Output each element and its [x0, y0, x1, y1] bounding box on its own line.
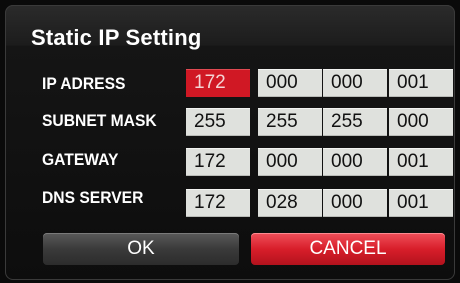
gateway-label: GATEWAY	[42, 150, 119, 169]
dns-octet-4[interactable]: 001	[389, 189, 453, 217]
subnet-octet-1[interactable]: 255	[186, 108, 250, 136]
gateway-octet-4[interactable]: 001	[389, 148, 453, 176]
gateway-octet-2[interactable]: 000	[258, 148, 322, 176]
ip-octet-2[interactable]: 000	[258, 69, 322, 97]
ip-octet-4[interactable]: 001	[389, 69, 453, 97]
subnet-mask-label: SUBNET MASK	[42, 111, 157, 130]
static-ip-dialog: Static IP Setting IP ADRESS 172 000 000 …	[5, 5, 455, 280]
dns-server-label: DNS SERVER	[42, 188, 144, 207]
ip-octet-3[interactable]: 000	[323, 69, 387, 97]
gateway-octet-1[interactable]: 172	[186, 148, 250, 176]
gateway-octet-3[interactable]: 000	[323, 148, 387, 176]
dns-octet-2[interactable]: 028	[258, 189, 322, 217]
ip-address-label: IP ADRESS	[42, 74, 126, 93]
ip-octet-1[interactable]: 172	[186, 69, 250, 97]
subnet-octet-3[interactable]: 255	[323, 108, 387, 136]
dialog-title: Static IP Setting	[31, 25, 202, 50]
dns-octet-1[interactable]: 172	[186, 189, 250, 217]
ok-button[interactable]: OK	[43, 233, 239, 265]
subnet-octet-2[interactable]: 255	[258, 108, 322, 136]
dns-octet-3[interactable]: 000	[323, 189, 387, 217]
cancel-button[interactable]: CANCEL	[251, 233, 445, 265]
subnet-octet-4[interactable]: 000	[389, 108, 453, 136]
